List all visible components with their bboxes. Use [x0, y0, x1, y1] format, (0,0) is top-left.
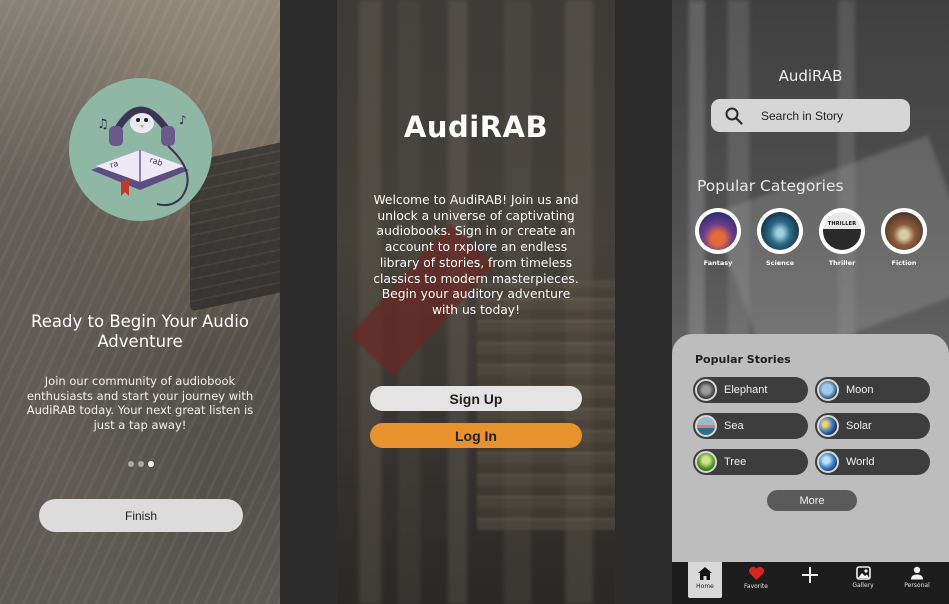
story-name: Moon [846, 384, 874, 396]
tab-label: Favorite [744, 583, 768, 590]
story-sea[interactable]: Sea [693, 413, 808, 439]
category-label: Science [765, 259, 795, 267]
search-input[interactable] [761, 108, 891, 123]
category-thriller[interactable]: THRILLER Thriller [819, 208, 865, 267]
welcome-screen: AudiRAB Welcome to AudiRAB! Join us and … [337, 0, 615, 604]
brand-title: AudiRAB [403, 110, 549, 144]
elephant-thumbnail [695, 379, 717, 401]
story-name: Sea [724, 420, 744, 432]
tab-label: Gallery [852, 582, 874, 589]
home-app-title: AudiRAB [778, 67, 843, 85]
story-world[interactable]: World [815, 449, 930, 475]
story-tree[interactable]: Tree [693, 449, 808, 475]
bottom-tab-bar: Home Favorite Gallery Personal [672, 562, 949, 604]
tab-home[interactable]: Home [688, 562, 722, 598]
popular-stories-panel: Popular Stories Elephant Moon Sea Solar … [672, 334, 949, 562]
fiction-image [885, 212, 923, 250]
story-moon[interactable]: Moon [815, 377, 930, 403]
story-name: Tree [724, 456, 747, 468]
page-dot-1[interactable] [128, 461, 134, 467]
log-in-button[interactable]: Log In [370, 423, 582, 448]
category-fiction[interactable]: Fiction [881, 208, 927, 267]
tab-label: Personal [904, 582, 930, 589]
tab-personal[interactable]: Personal [900, 562, 934, 598]
tab-gallery[interactable]: Gallery [846, 562, 880, 598]
moon-thumbnail [817, 379, 839, 401]
category-science[interactable]: Science [757, 208, 803, 267]
gallery-icon [855, 566, 871, 580]
tree-thumbnail [695, 451, 717, 473]
story-name: Solar [846, 420, 872, 432]
onboarding-screen: ♫ ♪ ra rab Ready to Begin Your Audio Adv… [0, 0, 280, 604]
story-name: Elephant [724, 384, 768, 396]
more-button[interactable]: More [767, 490, 857, 511]
solar-thumbnail [817, 415, 839, 437]
world-thumbnail [817, 451, 839, 473]
story-name: World [846, 456, 875, 468]
headphones-book-icon: ♫ ♪ ra rab [91, 106, 189, 207]
popular-stories-heading: Popular Stories [695, 353, 791, 366]
sign-up-button[interactable]: Sign Up [370, 386, 582, 411]
category-label: Fiction [891, 259, 917, 267]
search-bar[interactable] [711, 99, 910, 132]
science-image [761, 212, 799, 250]
finish-button[interactable]: Finish [39, 499, 243, 532]
category-label: Fantasy [703, 259, 733, 267]
sea-thumbnail [695, 415, 717, 437]
person-icon [911, 566, 923, 580]
search-icon [725, 107, 743, 125]
app-logo-illustration: ♫ ♪ ra rab [69, 78, 212, 221]
category-fantasy[interactable]: Fantasy [695, 208, 741, 267]
welcome-message: Welcome to AudiRAB! Join us and unlock a… [373, 193, 579, 317]
tab-label: Home [696, 583, 714, 590]
page-indicator [128, 461, 154, 467]
tab-add[interactable] [793, 562, 827, 598]
onboarding-title: Ready to Begin Your Audio Adventure [31, 312, 249, 351]
story-elephant[interactable]: Elephant [693, 377, 808, 403]
svg-text:♪: ♪ [179, 113, 187, 127]
story-solar[interactable]: Solar [815, 413, 930, 439]
onboarding-description: Join our community of audiobook enthusia… [26, 374, 254, 432]
app-canvas: ♫ ♪ ra rab Ready to Begin Your Audio Adv… [0, 0, 949, 604]
svg-text:♫: ♫ [97, 117, 109, 132]
fantasy-image [699, 212, 737, 250]
home-screen: AudiRAB Popular Categories Fantasy Scien… [672, 0, 949, 604]
page-dot-2[interactable] [138, 461, 144, 467]
category-label: Thriller [828, 259, 856, 267]
heart-icon [748, 566, 764, 580]
plus-icon [802, 567, 818, 583]
thriller-image: THRILLER [823, 212, 861, 250]
page-dot-3-active[interactable] [148, 461, 154, 467]
popular-categories-heading: Popular Categories [697, 177, 844, 195]
tab-favorite[interactable]: Favorite [739, 562, 773, 598]
home-icon [698, 567, 712, 580]
